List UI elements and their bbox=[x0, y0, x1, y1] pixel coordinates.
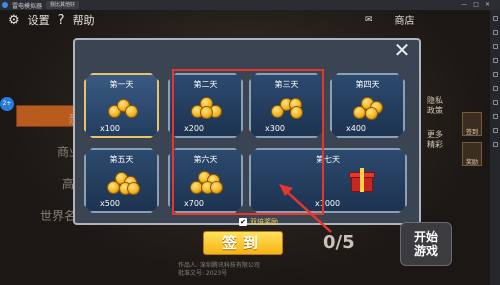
coin-stack-icon bbox=[105, 168, 139, 194]
day-card-1[interactable]: 第一天 x100 bbox=[84, 73, 159, 138]
day-label: 第四天 bbox=[355, 80, 380, 89]
bg-label-world: 世界名 bbox=[40, 209, 77, 223]
sidebar-tool-icon[interactable] bbox=[492, 16, 498, 21]
day-card-4[interactable]: 第四天 x400 bbox=[330, 73, 405, 138]
double-reward-label: 双倍奖励 bbox=[250, 218, 278, 226]
sidebar-tool-icon[interactable] bbox=[492, 58, 498, 63]
sidebar-tool-icon[interactable] bbox=[492, 100, 498, 105]
start-game-button[interactable]: 开始 游戏 bbox=[400, 222, 452, 266]
day-label: 第五天 bbox=[109, 155, 134, 164]
window-close-icon[interactable]: ✕ bbox=[485, 1, 490, 8]
sign-in-button[interactable]: 签到 bbox=[203, 231, 283, 255]
footer-text: 作品人: 深圳腾讯科技有限公司 批准文号: 2023号 bbox=[178, 262, 260, 278]
coin-stack-icon bbox=[105, 93, 139, 119]
checkin-side-button[interactable]: 签到 bbox=[462, 112, 482, 136]
sidebar-tool-icon[interactable] bbox=[492, 128, 498, 133]
help-icon[interactable]: ? bbox=[58, 13, 65, 28]
right-menu: 隐私政策 更多精彩 bbox=[426, 96, 444, 150]
minimize-icon[interactable]: — bbox=[461, 1, 467, 8]
emulator-tab[interactable]: 我比其他好 bbox=[46, 1, 80, 9]
day-label: 第一天 bbox=[109, 80, 134, 89]
emulator-sidebar bbox=[490, 10, 500, 285]
gear-icon[interactable]: ⚙ bbox=[8, 13, 20, 28]
arrow-annotation-icon bbox=[279, 184, 332, 233]
close-icon[interactable]: ✕ bbox=[392, 40, 412, 60]
sidebar-tool-icon[interactable] bbox=[492, 114, 498, 119]
reward-side-button[interactable]: 奖励 bbox=[462, 142, 482, 166]
side-badge[interactable]: 2+ bbox=[0, 97, 14, 111]
footer-line-2: 批准文号: 2023号 bbox=[178, 270, 228, 277]
sidebar-tool-icon[interactable] bbox=[492, 86, 498, 91]
day-amount: x100 bbox=[100, 124, 121, 133]
privacy-policy-link[interactable]: 隐私政策 bbox=[426, 96, 444, 116]
emulator-app-name: 雷电模拟器 bbox=[12, 2, 43, 10]
coin-stack-icon bbox=[351, 93, 385, 119]
top-left-menu: ⚙ 设置 ? 帮助 bbox=[8, 12, 95, 28]
maximize-icon[interactable]: □ bbox=[473, 1, 479, 8]
double-reward-checkbox[interactable]: ✔ bbox=[239, 218, 247, 226]
gift-box-icon bbox=[349, 168, 375, 192]
emulator-title-bar: 雷电模拟器 我比其他好 — □ ✕ bbox=[0, 0, 500, 10]
sign-progress: 0/5 bbox=[323, 232, 355, 253]
emulator-logo-icon bbox=[2, 2, 8, 8]
start-button-line1: 开始 bbox=[413, 230, 438, 244]
day-amount: x500 bbox=[100, 199, 121, 208]
shop-label[interactable]: 商店 bbox=[395, 12, 415, 27]
more-fun-link[interactable]: 更多精彩 bbox=[426, 130, 444, 150]
start-button-line2: 游戏 bbox=[413, 244, 438, 258]
footer-line-1: 作品人: 深圳腾讯科技有限公司 bbox=[178, 262, 260, 269]
far-right-menu: 签到 奖励 bbox=[462, 112, 482, 166]
settings-label[interactable]: 设置 bbox=[28, 12, 50, 28]
day-card-5[interactable]: 第五天 x500 bbox=[84, 148, 159, 213]
sidebar-tool-icon[interactable] bbox=[492, 44, 498, 49]
mail-icon[interactable]: ✉ bbox=[365, 15, 373, 25]
sidebar-tool-icon[interactable] bbox=[492, 142, 498, 147]
day-amount: x400 bbox=[346, 124, 367, 133]
help-label[interactable]: 帮助 bbox=[73, 12, 95, 28]
sidebar-tool-icon[interactable] bbox=[492, 72, 498, 77]
sidebar-tool-icon[interactable] bbox=[492, 30, 498, 35]
top-right-menu: ✉ 商店 bbox=[365, 12, 415, 28]
double-reward-row[interactable]: ✔ 双倍奖励 bbox=[239, 217, 278, 227]
